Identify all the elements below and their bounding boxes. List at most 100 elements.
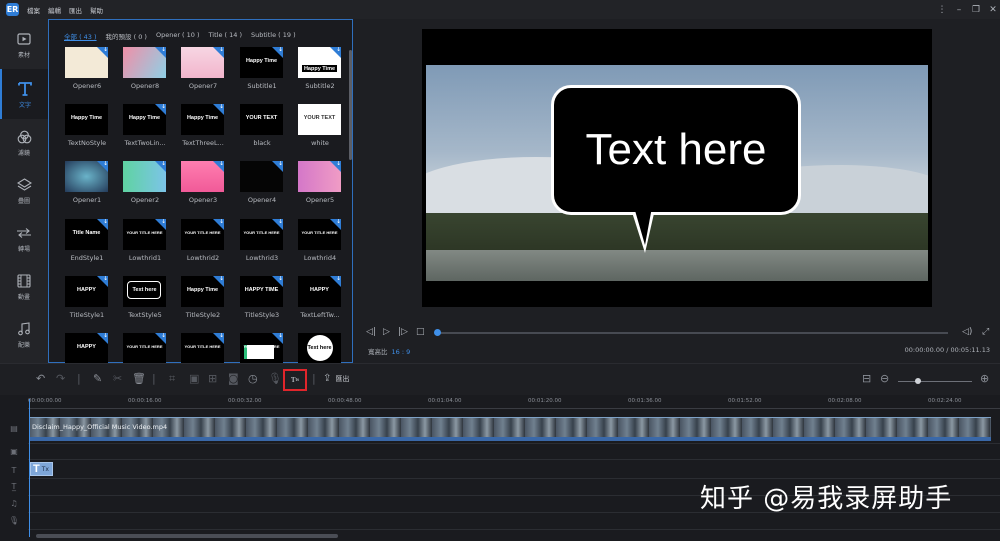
template-tile[interactable]: HAPPY TextLeftTw...	[298, 276, 356, 330]
tab-opener[interactable]: Opener ( 10 )	[156, 31, 200, 41]
redo-icon[interactable]: ↷	[56, 372, 65, 385]
delete-icon[interactable]: 🗑	[132, 372, 146, 385]
download-icon[interactable]	[272, 333, 283, 344]
template-tile[interactable]: Happy Time TextThreeL...	[181, 104, 239, 158]
tab-my-presets[interactable]: 我的預設 ( 0 )	[106, 31, 147, 41]
pencil-icon[interactable]: ✎	[93, 372, 102, 385]
more-icon[interactable]: ⋮	[935, 5, 949, 15]
download-icon[interactable]	[272, 219, 283, 230]
undo-icon[interactable]: ↶	[36, 372, 45, 385]
fit-timeline-icon[interactable]: ⊟	[862, 372, 871, 385]
zoom-slider[interactable]	[898, 381, 972, 382]
download-icon[interactable]	[213, 219, 224, 230]
prev-frame-icon[interactable]: ◁|	[366, 327, 376, 337]
template-tile[interactable]: Opener6	[65, 47, 123, 101]
menu-edit[interactable]: 編輯	[48, 5, 61, 15]
download-icon[interactable]	[330, 161, 341, 172]
restore-icon[interactable]: ❐	[969, 5, 983, 15]
template-tile[interactable]: HAPPY TitleStyle1	[65, 276, 123, 330]
close-icon[interactable]: ✕	[986, 5, 1000, 15]
minimize-icon[interactable]: –	[952, 5, 966, 15]
sidebar-item-animation[interactable]: 動畫	[0, 261, 48, 311]
template-tile[interactable]: HAPPY TIME TitleStyle3	[240, 276, 298, 330]
template-tile[interactable]: Opener2	[123, 161, 181, 215]
download-icon[interactable]	[97, 47, 108, 58]
download-icon[interactable]	[213, 276, 224, 287]
tab-subtitle[interactable]: Subtitle ( 19 )	[251, 31, 296, 41]
sidebar-item-transition[interactable]: 轉場	[0, 213, 48, 263]
template-tile[interactable]: Text here	[298, 333, 356, 363]
download-icon[interactable]	[155, 161, 166, 172]
template-tile[interactable]: Happy Time TitleStyle2	[181, 276, 239, 330]
template-tile[interactable]: Text here TextStyle5	[123, 276, 181, 330]
speech-bubble-overlay[interactable]: Text here	[551, 85, 801, 215]
tab-all[interactable]: 全部 ( 43 )	[64, 31, 97, 41]
zoom-in-icon[interactable]: ⊕	[980, 372, 989, 385]
template-tile[interactable]: YOUR TEXT black	[240, 104, 298, 158]
crop-icon[interactable]: ⌗	[169, 372, 175, 386]
template-tile[interactable]: YOUR TITLE HERE	[123, 333, 181, 363]
template-tile[interactable]: Happy Time TextTwoLin...	[123, 104, 181, 158]
template-tile[interactable]: YOUR TITLE HERE Lowthrid1	[123, 219, 181, 273]
template-tile[interactable]: Opener4	[240, 161, 298, 215]
mosaic-icon[interactable]: ▣	[189, 372, 199, 385]
sidebar-item-media[interactable]: 素材	[0, 19, 48, 69]
sidebar-item-overlay[interactable]: 疊圖	[0, 165, 48, 215]
fullscreen-icon[interactable]: ⤢	[982, 327, 989, 337]
template-tile[interactable]: YOUR TITLE HERE Lowthrid4	[298, 219, 356, 273]
microphone-icon[interactable]: 🎙	[268, 372, 282, 385]
seek-handle[interactable]	[434, 329, 441, 336]
snapshot-icon[interactable]: ◙	[228, 372, 239, 385]
template-tile[interactable]: Happy Time TextNoStyle	[65, 104, 123, 158]
template-tile[interactable]: Happy Time Subtitle2	[298, 47, 356, 101]
time-ruler[interactable]: 00:00:00.00 00:00:16.00 00:00:32.00 00:00:4…	[28, 395, 1000, 409]
sidebar-item-filter[interactable]: 濾鏡	[0, 117, 48, 167]
template-tile[interactable]: Happy Time Subtitle1	[240, 47, 298, 101]
template-tile[interactable]: YOUR TITLE HERE	[240, 333, 298, 363]
seek-bar[interactable]	[436, 332, 948, 334]
cut-icon[interactable]: ✂	[113, 372, 122, 385]
template-tile[interactable]: YOUR TITLE HERE	[181, 333, 239, 363]
template-tile[interactable]: Opener5	[298, 161, 356, 215]
download-icon[interactable]	[97, 333, 108, 344]
sidebar-item-text[interactable]: 文字	[0, 69, 48, 119]
download-icon[interactable]	[155, 219, 166, 230]
template-tile[interactable]: YOUR TEXT white	[298, 104, 356, 158]
download-icon[interactable]	[213, 47, 224, 58]
tab-title[interactable]: Title ( 14 )	[209, 31, 242, 41]
video-clip[interactable]: Disclaim_Happy_Official Music Video.mp4	[29, 417, 991, 437]
template-tile[interactable]: Opener8	[123, 47, 181, 101]
timeline-scrollbar[interactable]	[36, 534, 338, 538]
download-icon[interactable]	[272, 161, 283, 172]
download-icon[interactable]	[213, 104, 224, 115]
download-icon[interactable]	[155, 333, 166, 344]
sidebar-item-music[interactable]: 配樂	[0, 309, 48, 359]
play-icon[interactable]: ▷	[383, 327, 390, 337]
download-icon[interactable]	[155, 104, 166, 115]
volume-icon[interactable]: ◁)	[962, 327, 972, 337]
download-icon[interactable]	[213, 161, 224, 172]
text-clip[interactable]: T Tx	[30, 462, 53, 476]
export-button[interactable]: ⇪ 匯出	[323, 373, 349, 384]
template-tile[interactable]: HAPPY	[65, 333, 123, 363]
template-tile[interactable]: Opener3	[181, 161, 239, 215]
zoom-out-icon[interactable]: ⊖	[880, 372, 889, 385]
zoom-slider-handle[interactable]	[915, 378, 921, 384]
next-frame-icon[interactable]: |▷	[398, 327, 408, 337]
download-icon[interactable]	[330, 219, 341, 230]
text-to-speech-button[interactable]: Tts	[283, 369, 307, 391]
template-tile[interactable]: YOUR TITLE HERE Lowthrid2	[181, 219, 239, 273]
template-tile[interactable]: YOUR TITLE HERE Lowthrid3	[240, 219, 298, 273]
menu-file[interactable]: 檔案	[27, 5, 40, 15]
download-icon[interactable]	[155, 47, 166, 58]
template-tile[interactable]: Title Name EndStyle1	[65, 219, 123, 273]
download-icon[interactable]	[97, 161, 108, 172]
download-icon[interactable]	[272, 47, 283, 58]
menu-export[interactable]: 匯出	[69, 5, 82, 15]
download-icon[interactable]	[97, 276, 108, 287]
download-icon[interactable]	[330, 47, 341, 58]
aspect-ratio[interactable]: 寬高比 16 : 9	[368, 346, 410, 356]
menu-help[interactable]: 幫助	[90, 5, 103, 15]
download-icon[interactable]	[330, 276, 341, 287]
template-tile[interactable]: Opener1	[65, 161, 123, 215]
